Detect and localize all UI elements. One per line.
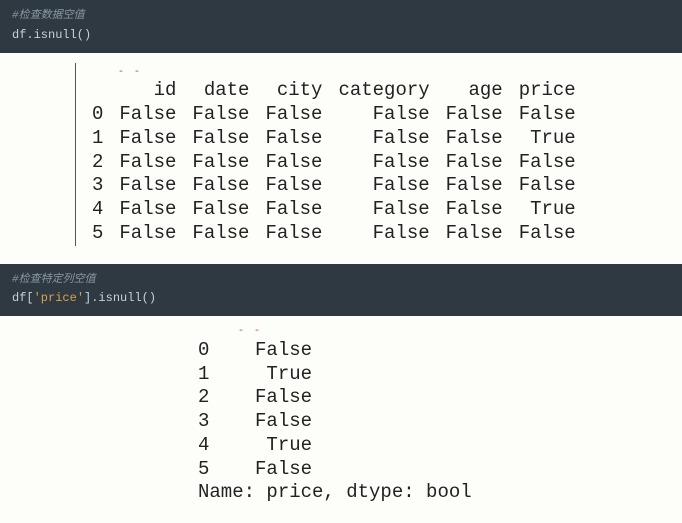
code-comment-2: #检查特定列空值 [12, 272, 670, 290]
code-post: ].isnull() [84, 291, 156, 305]
cell: False [184, 151, 257, 175]
cell: False [438, 174, 511, 198]
series-row: 3 False [198, 410, 682, 434]
series-row: 0 False [198, 339, 682, 363]
cell: False [438, 151, 511, 175]
cell: False [184, 174, 257, 198]
row-index: 2 [84, 151, 111, 175]
cell: False [257, 222, 330, 246]
isnull-table: id date city category age price 0FalseFa… [84, 79, 584, 245]
series-row: 2 False [198, 386, 682, 410]
table-row: 1FalseFalseFalseFalseFalseTrue [84, 127, 584, 151]
row-index: 0 [84, 103, 111, 127]
cell: False [511, 151, 584, 175]
col-id: id [111, 79, 184, 103]
series-footer: Name: price, dtype: bool [198, 481, 682, 505]
cell: False [330, 222, 437, 246]
cell: False [330, 198, 437, 222]
cell: False [438, 103, 511, 127]
code-comment-1: #检查数据空值 [12, 8, 670, 26]
col-age: age [438, 79, 511, 103]
col-category: category [330, 79, 437, 103]
cell: False [111, 222, 184, 246]
cell: False [257, 198, 330, 222]
row-index: 3 [84, 174, 111, 198]
cell: False [111, 103, 184, 127]
cell: False [257, 151, 330, 175]
cell: False [511, 222, 584, 246]
cell: False [438, 222, 511, 246]
cell: False [184, 127, 257, 151]
tiny-mark-1: - - [84, 67, 682, 80]
cell: False [257, 127, 330, 151]
output-block-1: - - id date city category age price 0Fal… [0, 53, 682, 264]
cell: True [511, 198, 584, 222]
code-line-1: df.isnull() [12, 26, 670, 45]
cell: False [330, 103, 437, 127]
cell: False [511, 174, 584, 198]
table-row: 4FalseFalseFalseFalseFalseTrue [84, 198, 584, 222]
cell: False [184, 198, 257, 222]
row-index: 5 [84, 222, 111, 246]
cell: False [184, 222, 257, 246]
cell: False [257, 103, 330, 127]
col-city: city [257, 79, 330, 103]
cell: False [257, 174, 330, 198]
cell: False [511, 103, 584, 127]
code-pre: df[ [12, 291, 34, 305]
cell: False [438, 198, 511, 222]
cell: False [184, 103, 257, 127]
code-block-2: #检查特定列空值 df['price'].isnull() [0, 264, 682, 317]
series-row: 4 True [198, 434, 682, 458]
series-body: 0 False1 True2 False3 False4 True5 False [198, 339, 682, 482]
table-row: 2FalseFalseFalseFalseFalseFalse [84, 151, 584, 175]
table-header-index [84, 79, 111, 103]
cell: False [330, 151, 437, 175]
cell: False [330, 174, 437, 198]
row-index: 4 [84, 198, 111, 222]
output-block-2: - - 0 False1 True2 False3 False4 True5 F… [0, 316, 682, 523]
table-header-row: id date city category age price [84, 79, 584, 103]
cell: False [111, 174, 184, 198]
table-row: 5FalseFalseFalseFalseFalseFalse [84, 222, 584, 246]
col-price: price [511, 79, 584, 103]
cell: False [438, 127, 511, 151]
output-inner-1: - - id date city category age price 0Fal… [75, 63, 682, 246]
cell: False [111, 151, 184, 175]
code-str: 'price' [34, 291, 84, 305]
code-line-2: df['price'].isnull() [12, 289, 670, 308]
table-row: 3FalseFalseFalseFalseFalseFalse [84, 174, 584, 198]
cell: False [111, 198, 184, 222]
cell: True [511, 127, 584, 151]
cell: False [111, 127, 184, 151]
col-date: date [184, 79, 257, 103]
table-row: 0FalseFalseFalseFalseFalseFalse [84, 103, 584, 127]
row-index: 1 [84, 127, 111, 151]
tiny-mark-2: - - [238, 326, 682, 339]
series-row: 5 False [198, 458, 682, 482]
cell: False [330, 127, 437, 151]
series-row: 1 True [198, 363, 682, 387]
code-block-1: #检查数据空值 df.isnull() [0, 0, 682, 53]
